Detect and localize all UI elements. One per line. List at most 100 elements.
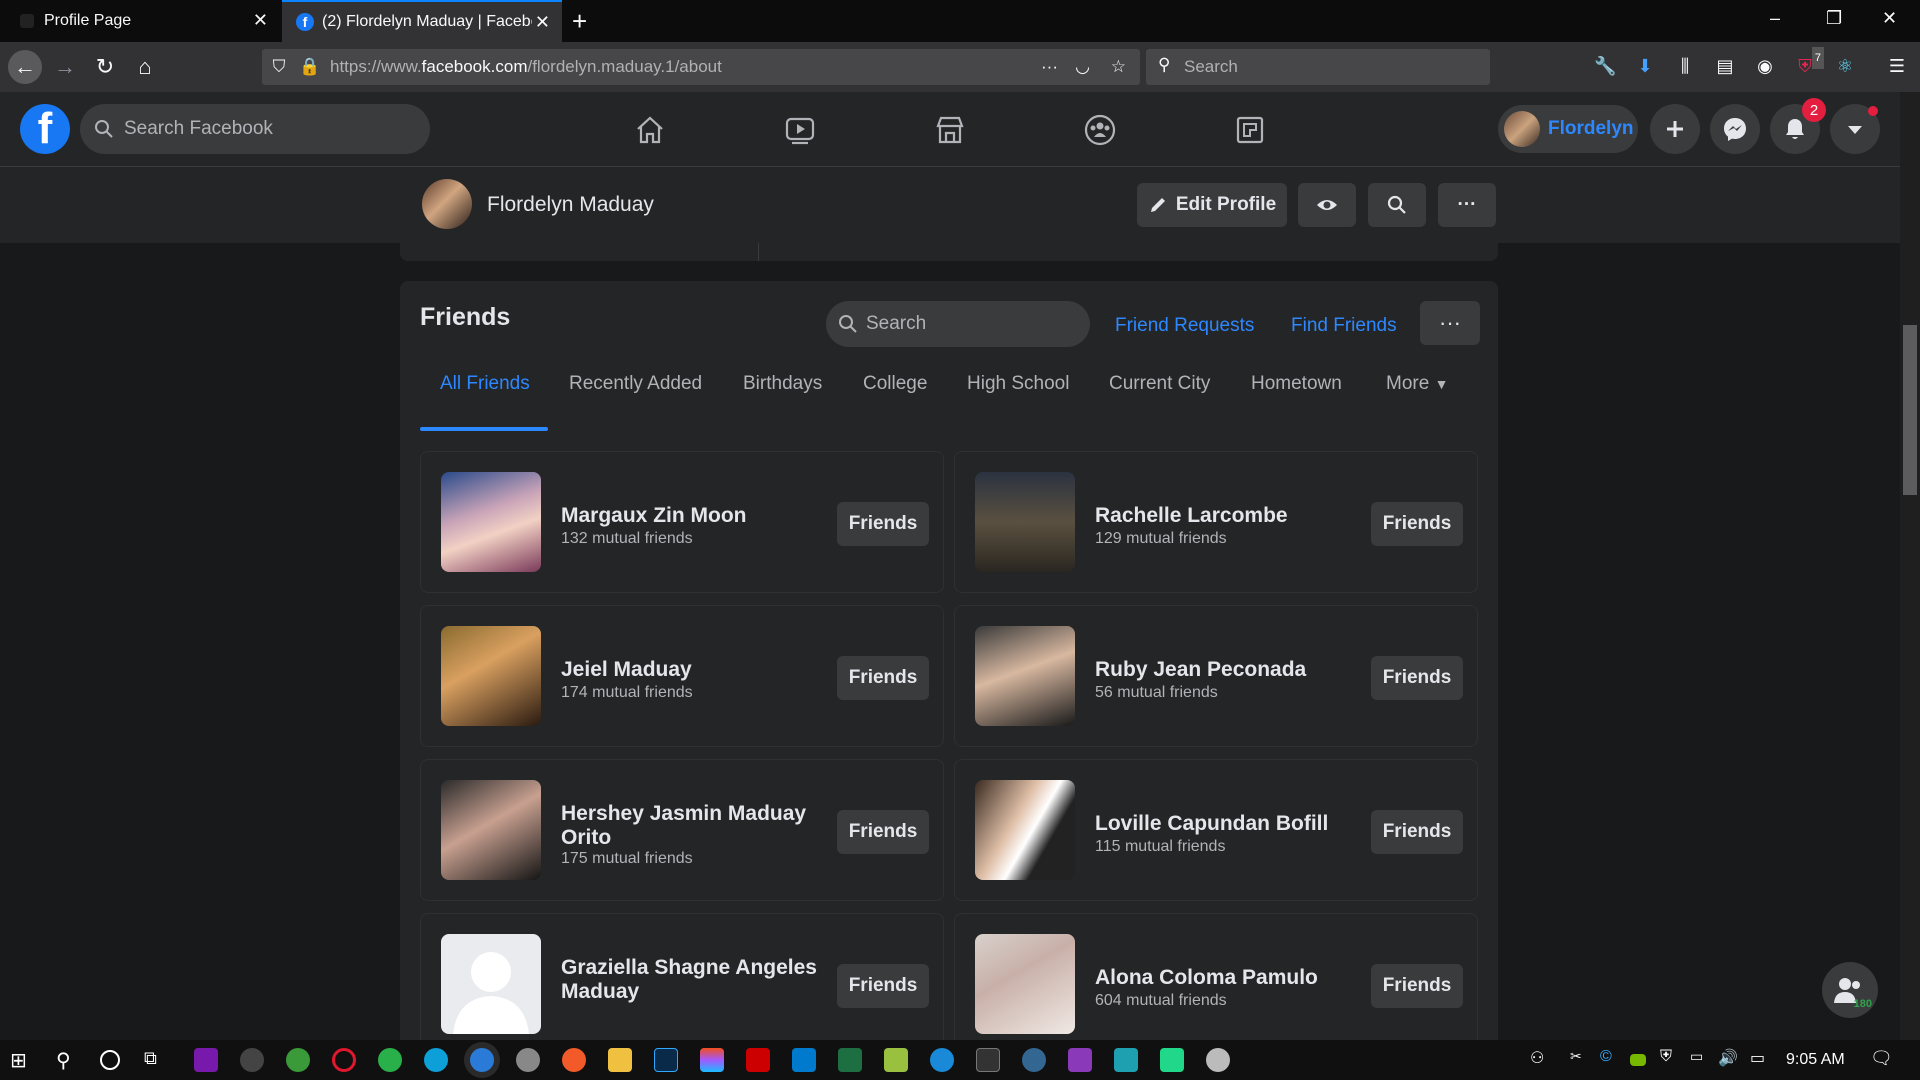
friend-card[interactable]: Ruby Jean Peconada 56 mutual friends Fri… xyxy=(954,605,1478,747)
friends-button[interactable]: Friends xyxy=(837,810,929,854)
friend-photo[interactable] xyxy=(975,934,1075,1034)
tab-all-friends[interactable]: All Friends xyxy=(440,373,530,395)
friend-photo[interactable] xyxy=(975,780,1075,880)
battery-icon[interactable]: ▭ xyxy=(1690,1048,1714,1072)
find-friends-link[interactable]: Find Friends xyxy=(1291,315,1397,337)
friend-card[interactable]: Graziella Shagne Angeles Maduay Friends xyxy=(420,913,944,1055)
close-tab-icon[interactable]: ✕ xyxy=(253,10,268,31)
avatar[interactable] xyxy=(422,179,472,229)
tab-birthdays[interactable]: Birthdays xyxy=(743,373,822,395)
facebook-search-input[interactable]: Search Facebook xyxy=(80,104,430,154)
friends-button[interactable]: Friends xyxy=(1371,656,1463,700)
scrollbar-thumb[interactable] xyxy=(1903,325,1917,495)
notepad-icon[interactable] xyxy=(838,1048,862,1072)
clock[interactable]: 9:05 AM xyxy=(1786,1051,1845,1069)
search-icon[interactable]: ⚲ xyxy=(56,1048,80,1072)
postgres-icon[interactable] xyxy=(1022,1048,1046,1072)
friend-name[interactable]: Graziella Shagne Angeles Maduay xyxy=(561,956,821,1004)
sidebar-icon[interactable]: ▤ xyxy=(1714,55,1736,77)
forward-icon[interactable]: → xyxy=(48,50,82,84)
contacts-button[interactable]: 180 xyxy=(1822,962,1878,1018)
friends-button[interactable]: Friends xyxy=(1371,964,1463,1008)
friend-photo[interactable] xyxy=(441,472,541,572)
tray-icon[interactable]: ✂ xyxy=(1570,1048,1594,1072)
acrobat-icon[interactable] xyxy=(746,1048,770,1072)
account-icon[interactable]: ◉ xyxy=(1754,55,1776,77)
whatsapp-icon[interactable] xyxy=(378,1048,402,1072)
menu-icon[interactable]: ☰ xyxy=(1886,55,1908,77)
minimize-icon[interactable]: – xyxy=(1770,8,1780,29)
facebook-logo-icon[interactable]: f xyxy=(20,104,70,154)
app-icon[interactable] xyxy=(884,1048,908,1072)
friend-card[interactable]: Alona Coloma Pamulo 604 mutual friends F… xyxy=(954,913,1478,1055)
volume-icon[interactable]: 🔊 xyxy=(1718,1048,1742,1072)
onenote-icon[interactable] xyxy=(194,1048,218,1072)
ublock-icon[interactable]: ⛨ 7 xyxy=(1794,47,1824,77)
friend-card[interactable]: Rachelle Larcombe 129 mutual friends Fri… xyxy=(954,451,1478,593)
friend-photo[interactable] xyxy=(975,626,1075,726)
terminal-icon[interactable] xyxy=(976,1048,1000,1072)
profile-name[interactable]: Flordelyn Maduay xyxy=(487,193,654,217)
security-icon[interactable]: ⛨ xyxy=(1660,1048,1684,1072)
pocket-icon[interactable]: ◡ xyxy=(1075,57,1090,77)
friend-card[interactable]: Hershey Jasmin Maduay Orito 175 mutual f… xyxy=(420,759,944,901)
home-icon[interactable] xyxy=(630,110,670,150)
task-view-icon[interactable]: ⧉ xyxy=(144,1048,168,1072)
figma-icon[interactable] xyxy=(700,1048,724,1072)
friend-photo[interactable] xyxy=(975,472,1075,572)
edge-chromium-icon[interactable] xyxy=(930,1048,954,1072)
tab-more[interactable]: More ▼ xyxy=(1386,373,1448,395)
home-button-icon[interactable]: ⌂ xyxy=(128,50,162,84)
wrench-icon[interactable]: 🔧 xyxy=(1594,55,1616,77)
friend-name[interactable]: Margaux Zin Moon xyxy=(561,504,821,528)
reload-icon[interactable]: ↻ xyxy=(88,50,122,84)
app-icon[interactable] xyxy=(516,1048,540,1072)
friend-card[interactable]: Margaux Zin Moon 132 mutual friends Frie… xyxy=(420,451,944,593)
url-bar[interactable]: ⛉ 🔒 https://www. facebook.com/flordelyn.m… xyxy=(262,49,1140,85)
network-icon[interactable]: ▭ xyxy=(1750,1048,1774,1072)
friends-button[interactable]: Friends xyxy=(1371,810,1463,854)
download-icon[interactable]: ⬇ xyxy=(1634,55,1656,77)
file-explorer-icon[interactable] xyxy=(608,1048,632,1072)
back-icon[interactable]: ← xyxy=(8,50,42,84)
friend-name[interactable]: Loville Capundan Bofill xyxy=(1095,812,1355,836)
friend-name[interactable]: Alona Coloma Pamulo xyxy=(1095,966,1355,990)
tab-facebook[interactable]: f (2) Flordelyn Maduay | Facebook ✕ xyxy=(282,0,562,42)
phpstorm-icon[interactable] xyxy=(1068,1048,1092,1072)
profile-chip[interactable]: Flordelyn xyxy=(1498,105,1638,153)
profile-more-button[interactable]: ··· xyxy=(1438,183,1496,227)
friends-button[interactable]: Friends xyxy=(837,656,929,700)
tray-icon[interactable]: © xyxy=(1600,1048,1624,1072)
browser-search-field[interactable]: ⚲ Search xyxy=(1146,49,1490,85)
app-icon[interactable] xyxy=(1160,1048,1184,1072)
messenger-button[interactable] xyxy=(1710,104,1760,154)
photoshop-icon[interactable] xyxy=(654,1048,678,1072)
tab-current-city[interactable]: Current City xyxy=(1109,373,1210,395)
friends-button[interactable]: Friends xyxy=(837,502,929,546)
app-icon[interactable] xyxy=(1206,1048,1230,1072)
friend-name[interactable]: Rachelle Larcombe xyxy=(1095,504,1355,528)
new-tab-icon[interactable]: + xyxy=(572,6,587,37)
watch-icon[interactable] xyxy=(780,110,820,150)
friend-card[interactable]: Loville Capundan Bofill 115 mutual frien… xyxy=(954,759,1478,901)
firefox-dev-icon[interactable] xyxy=(470,1048,494,1072)
create-button[interactable] xyxy=(1650,104,1700,154)
notifications-button[interactable]: 2 xyxy=(1770,98,1826,154)
nvidia-icon[interactable] xyxy=(1630,1054,1646,1066)
tab-high-school[interactable]: High School xyxy=(967,373,1069,395)
friend-name[interactable]: Hershey Jasmin Maduay Orito xyxy=(561,802,821,850)
obs-icon[interactable] xyxy=(240,1048,264,1072)
react-devtools-icon[interactable]: ⚛ xyxy=(1834,55,1856,77)
cortana-icon[interactable] xyxy=(100,1050,120,1070)
friend-photo[interactable] xyxy=(441,626,541,726)
friends-button[interactable]: Friends xyxy=(837,964,929,1008)
opera-icon[interactable] xyxy=(332,1048,356,1072)
view-as-button[interactable] xyxy=(1298,183,1356,227)
tab-hometown[interactable]: Hometown xyxy=(1251,373,1342,395)
postman-icon[interactable] xyxy=(562,1048,586,1072)
friends-search-input[interactable]: Search xyxy=(826,301,1090,347)
gaming-icon[interactable] xyxy=(1230,110,1270,150)
default-avatar-icon[interactable] xyxy=(441,934,541,1034)
close-tab-icon[interactable]: ✕ xyxy=(535,12,550,33)
profile-search-button[interactable] xyxy=(1368,183,1426,227)
